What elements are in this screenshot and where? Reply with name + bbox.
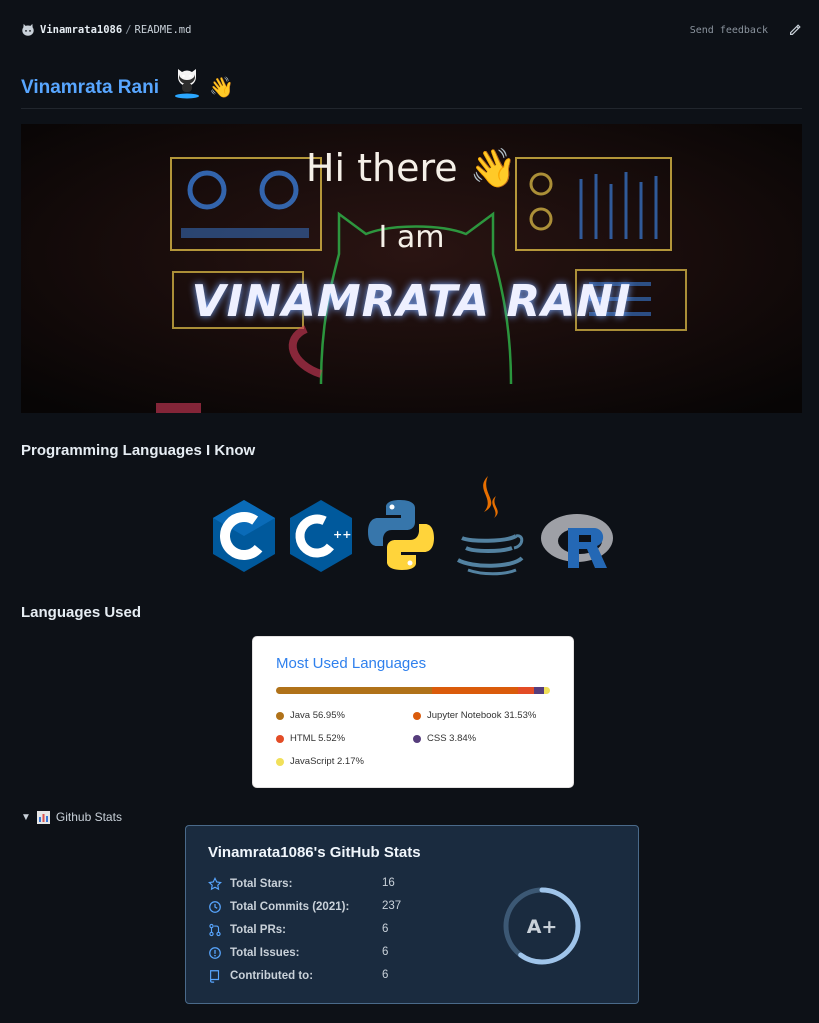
waving-hand-icon: 👋 xyxy=(208,76,234,99)
stat-value-commits: 237 xyxy=(382,900,402,912)
breadcrumb-repo-link[interactable]: Vinamrata1086 xyxy=(40,24,122,36)
java-icon[interactable] xyxy=(457,476,524,576)
language-color-dot xyxy=(413,734,421,743)
stat-value-issues: 6 xyxy=(382,946,389,958)
cpp-icon[interactable]: ++ xyxy=(290,500,352,572)
language-legend-label: Java 56.95% xyxy=(290,710,345,721)
octocat-icon xyxy=(174,69,199,99)
language-icons-row: ++ xyxy=(213,476,613,576)
language-bar-segment xyxy=(544,687,550,694)
stat-label: Total PRs: xyxy=(230,924,287,936)
language-legend-label: Jupyter Notebook 31.53% xyxy=(427,710,537,721)
stat-label: Total Commits (2021): xyxy=(230,901,350,913)
stat-row-contributed: Contributed to: xyxy=(208,968,380,984)
issue-icon xyxy=(209,947,221,959)
language-bar-segment xyxy=(518,687,534,694)
language-bar-segment xyxy=(432,687,519,694)
language-color-dot xyxy=(276,757,284,766)
stat-row-issues: Total Issues: xyxy=(208,945,380,961)
disclosure-triangle-icon: ▼ xyxy=(21,811,31,823)
stat-label: Contributed to: xyxy=(230,970,314,982)
top-bar: Vinamrata1086 / README.md Send feedback xyxy=(21,18,802,42)
stats-title: Vinamrata1086's GitHub Stats xyxy=(208,844,421,861)
language-color-dot xyxy=(276,734,284,743)
star-icon xyxy=(208,877,222,891)
github-cat-icon xyxy=(22,23,34,36)
language-legend-item: Java 56.95% xyxy=(276,710,345,721)
python-icon[interactable] xyxy=(368,500,434,570)
github-stats-summary: Github Stats xyxy=(55,810,122,824)
c-icon[interactable] xyxy=(213,500,275,572)
language-progress-bar xyxy=(276,687,550,694)
stat-row-commits: Total Commits (2021): xyxy=(208,899,380,915)
bar-chart-icon xyxy=(36,810,50,824)
repo-icon xyxy=(210,970,220,983)
history-icon xyxy=(209,901,221,913)
language-legend-item: Jupyter Notebook 31.53% xyxy=(413,710,536,721)
language-color-dot xyxy=(276,711,284,720)
github-stats-toggle[interactable]: ▼ Github Stats xyxy=(21,810,122,824)
stat-value-stars: 16 xyxy=(382,877,395,889)
pencil-edit-icon[interactable] xyxy=(788,23,802,37)
stat-value-contributed: 6 xyxy=(382,969,389,981)
svg-text:++: ++ xyxy=(333,528,351,541)
breadcrumb-separator: / xyxy=(125,24,132,36)
language-bar-segment xyxy=(533,687,545,694)
most-used-languages-card: Most Used Languages Java 56.95% Jupyter N… xyxy=(252,636,574,788)
banner-intro: I am xyxy=(378,220,445,255)
readme-heading: Vinamrata Rani 👋 xyxy=(21,60,802,109)
languages-used-heading: Languages Used xyxy=(21,604,142,621)
breadcrumb: Vinamrata1086 / README.md xyxy=(21,23,191,37)
r-icon[interactable] xyxy=(541,514,613,568)
language-legend-label: CSS 3.84% xyxy=(427,733,477,744)
breadcrumb-file: README.md xyxy=(134,24,192,36)
pull-request-icon xyxy=(209,923,221,937)
banner-name: VINAMRATA RANI xyxy=(191,276,632,327)
page-title: Vinamrata Rani xyxy=(21,77,159,98)
card-title: Most Used Languages xyxy=(276,655,427,672)
programming-languages-heading: Programming Languages I Know xyxy=(21,442,256,459)
send-feedback-link[interactable]: Send feedback xyxy=(690,25,768,36)
stat-label: Total Issues: xyxy=(230,947,300,959)
language-bar-segment xyxy=(276,687,433,694)
stat-value-prs: 6 xyxy=(382,923,389,935)
github-stats-card: Vinamrata1086's GitHub Stats Total Stars… xyxy=(185,825,639,1004)
banner-greeting: Hi there 👋 xyxy=(305,146,518,190)
language-legend-item: JavaScript 2.17% xyxy=(276,756,364,767)
stat-row-prs: Total PRs: xyxy=(208,922,380,938)
rank-grade: A+ xyxy=(527,916,558,938)
language-legend-item: CSS 3.84% xyxy=(413,733,476,744)
language-legend-item: HTML 5.52% xyxy=(276,733,345,744)
rank-ring: A+ xyxy=(503,887,581,965)
stat-row-stars: Total Stars: xyxy=(208,876,380,892)
stat-label: Total Stars: xyxy=(230,878,293,890)
banner-image: Hi there 👋 I am VINAMRATA RANI xyxy=(21,124,802,413)
language-color-dot xyxy=(413,711,421,720)
language-legend-label: HTML 5.52% xyxy=(290,733,346,744)
language-legend-label: JavaScript 2.17% xyxy=(290,756,364,767)
